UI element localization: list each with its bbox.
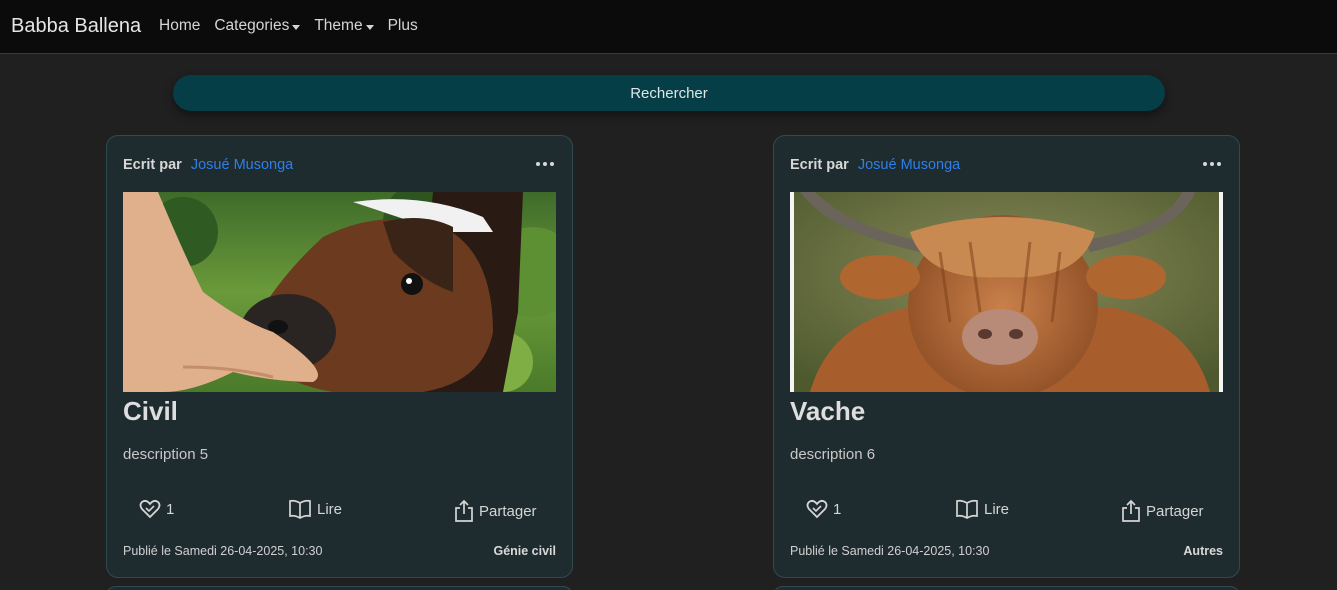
author-row: Ecrit par Josué Musonga <box>123 157 293 173</box>
nav-categories-dropdown[interactable]: Categories <box>214 17 301 35</box>
article-image <box>123 192 556 392</box>
like-button[interactable]: 1 <box>139 499 174 519</box>
book-icon <box>956 499 978 519</box>
share-icon <box>455 499 473 522</box>
nav-plus[interactable]: Plus <box>388 17 418 35</box>
read-label: Lire <box>317 500 343 518</box>
share-button[interactable]: Partager <box>1121 499 1204 523</box>
share-label: Partager <box>479 502 537 520</box>
caret-down-icon <box>365 24 374 30</box>
nav-plus-label: Plus <box>387 17 418 34</box>
search-button[interactable]: Rechercher <box>173 75 1165 111</box>
top-navbar: Babba Ballena Home Categories Theme Plus <box>0 0 1337 54</box>
next-article-card <box>773 586 1240 590</box>
article-card: Ecrit par Josué Musonga <box>106 135 573 578</box>
article-card: Ecrit par Josué Musonga <box>773 135 1240 578</box>
read-button[interactable]: Lire <box>288 499 342 519</box>
read-label: Lire <box>984 500 1010 518</box>
nav-categories-label: Categories <box>214 17 290 34</box>
share-icon <box>1122 499 1140 522</box>
article-image <box>790 192 1223 392</box>
heart-icon <box>139 499 161 519</box>
read-button[interactable]: Lire <box>955 499 1009 519</box>
author-label: Ecrit par <box>790 157 849 173</box>
share-button[interactable]: Partager <box>454 499 537 523</box>
nav-menu: Home Categories Theme Plus <box>159 17 432 35</box>
brand-logo[interactable]: Babba Ballena <box>11 15 141 38</box>
heart-icon <box>806 499 828 519</box>
more-options-icon[interactable] <box>1203 162 1221 166</box>
like-count: 1 <box>166 500 175 518</box>
caret-down-icon <box>292 24 301 30</box>
more-options-icon[interactable] <box>536 162 554 166</box>
nav-theme-dropdown[interactable]: Theme <box>314 17 374 35</box>
article-description: description 6 <box>790 446 876 463</box>
nav-home-label: Home <box>159 17 201 34</box>
publish-date: Publié le Samedi 26-04-2025, 10:30 <box>790 544 990 558</box>
next-article-card <box>106 586 573 590</box>
publish-date: Publié le Samedi 26-04-2025, 10:30 <box>123 544 323 558</box>
nav-home[interactable]: Home <box>159 17 200 35</box>
article-description: description 5 <box>123 446 209 463</box>
author-link[interactable]: Josué Musonga <box>191 157 293 173</box>
article-title[interactable]: Civil <box>123 396 178 427</box>
article-title[interactable]: Vache <box>790 396 865 427</box>
share-label: Partager <box>1146 502 1204 520</box>
like-count: 1 <box>833 500 842 518</box>
author-label: Ecrit par <box>123 157 182 173</box>
category-label[interactable]: Génie civil <box>493 544 556 558</box>
author-row: Ecrit par Josué Musonga <box>790 157 960 173</box>
category-label[interactable]: Autres <box>1183 544 1223 558</box>
author-link[interactable]: Josué Musonga <box>858 157 960 173</box>
like-button[interactable]: 1 <box>806 499 841 519</box>
nav-theme-label: Theme <box>314 17 363 34</box>
book-icon <box>289 499 311 519</box>
